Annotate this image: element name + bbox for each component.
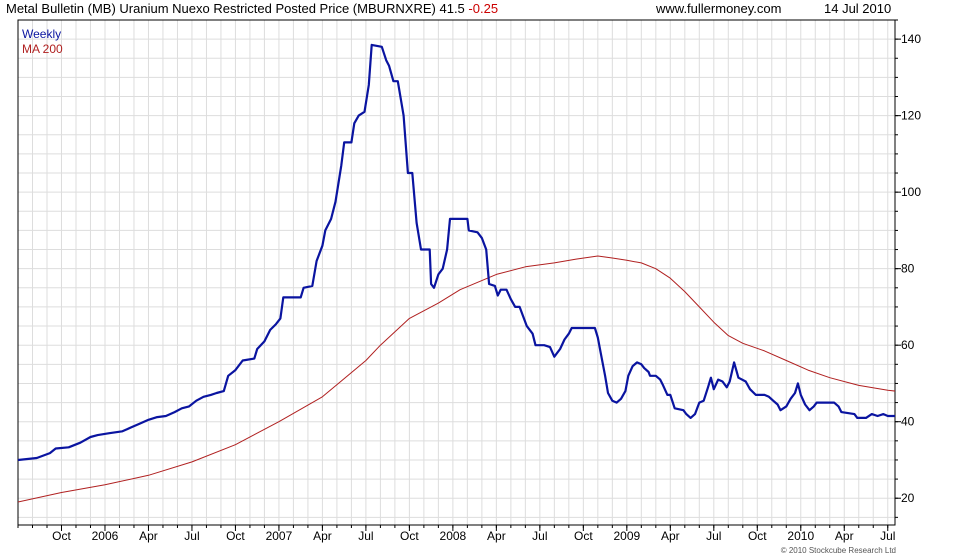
x-tick-label: Jul (184, 529, 199, 543)
x-tick-label: 2008 (440, 529, 467, 543)
y-tick-label: 40 (901, 415, 915, 429)
y-tick-label: 140 (901, 32, 921, 46)
y-axis: 20 40 60 80 100 120 140 (895, 19, 921, 518)
x-tick-label: Oct (52, 529, 71, 543)
ma200-line (18, 255, 895, 503)
price-chart: 20 40 60 80 100 120 140 Oct 2006 Apr Jul Oct 2007 Ap… (17, 19, 921, 543)
x-tick-label: 2010 (787, 529, 814, 543)
x-tick-label: Apr (313, 529, 332, 543)
x-tick-label: Jul (706, 529, 721, 543)
plot-frame (17, 19, 896, 526)
x-tick-label: Oct (574, 529, 593, 543)
y-tick-label: 100 (901, 185, 921, 199)
x-tick-label: 2009 (613, 529, 640, 543)
x-tick-label: 2006 (92, 529, 119, 543)
x-tick-label: Apr (139, 529, 158, 543)
x-tick-label: Oct (400, 529, 419, 543)
x-tick-label: Apr (487, 529, 506, 543)
x-tick-label: 2007 (266, 529, 293, 543)
legend: WeeklyMA 200 (22, 27, 63, 56)
y-tick-label: 20 (901, 491, 915, 505)
x-axis: Oct 2006 Apr Jul Oct 2007 Apr Jul Oct 2008 Apr Jul O… (17, 525, 895, 543)
gridlines (17, 19, 895, 525)
x-tick-label: Oct (748, 529, 767, 543)
series-group (18, 43, 895, 503)
x-tick-label: Jul (880, 529, 895, 543)
y-tick-label: 120 (901, 109, 921, 123)
y-tick-label: 60 (901, 338, 915, 352)
x-tick-label: Jul (358, 529, 373, 543)
x-tick-label: Apr (835, 529, 854, 543)
legend-entry: Weekly (22, 27, 61, 41)
y-tick-label: 80 (901, 262, 915, 276)
copyright-notice: © 2010 Stockcube Research Ltd (780, 546, 896, 555)
weekly-price-line (18, 43, 895, 462)
legend-entry: MA 200 (22, 42, 63, 56)
x-tick-label: Jul (532, 529, 547, 543)
x-tick-label: Apr (661, 529, 680, 543)
x-tick-label: Oct (226, 529, 245, 543)
